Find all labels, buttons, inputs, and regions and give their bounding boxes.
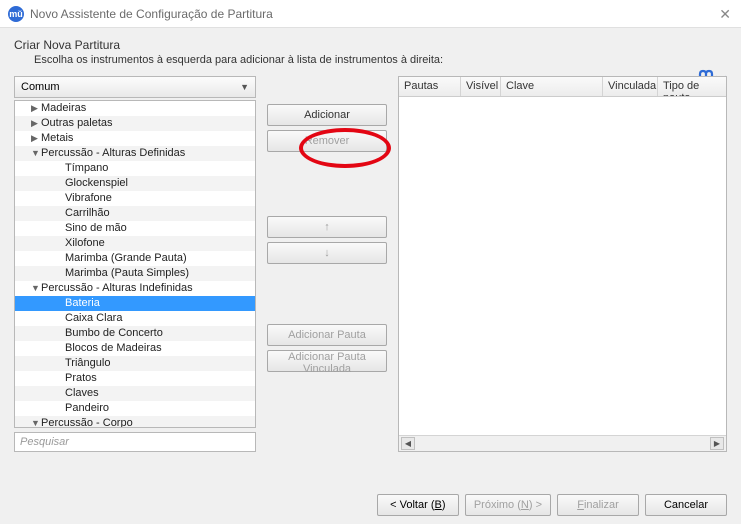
tree-item-label: Claves bbox=[65, 387, 99, 399]
footer-buttons: < Voltar (B) Próximo (N) > Finalizar Can… bbox=[377, 494, 727, 516]
category-combo[interactable]: Comum ▼ bbox=[14, 76, 256, 98]
collapse-icon[interactable]: ▼ bbox=[31, 146, 41, 161]
tree-item[interactable]: Triângulo bbox=[15, 356, 255, 371]
col-vinculada[interactable]: Vinculada bbox=[603, 77, 658, 96]
middle-buttons: Adicionar Remover ↑ ↓ Adicionar Pauta Ad… bbox=[262, 76, 392, 452]
scroll-left-icon[interactable]: ◀ bbox=[401, 437, 415, 450]
tree-item[interactable]: Sino de mão bbox=[15, 221, 255, 236]
tree-item[interactable]: Caixa Clara bbox=[15, 311, 255, 326]
collapse-icon[interactable]: ▼ bbox=[31, 416, 41, 428]
chevron-down-icon: ▼ bbox=[240, 82, 249, 92]
cancel-button[interactable]: Cancelar bbox=[645, 494, 727, 516]
tree-item[interactable]: Claves bbox=[15, 386, 255, 401]
tree-item[interactable]: Marimba (Grande Pauta) bbox=[15, 251, 255, 266]
tree-item[interactable]: Pratos bbox=[15, 371, 255, 386]
tree-item-label: Madeiras bbox=[41, 102, 86, 114]
scroll-right-icon[interactable]: ▶ bbox=[710, 437, 724, 450]
col-tipo[interactable]: Tipo de pauta bbox=[658, 77, 726, 96]
tree-group[interactable]: ▶Outras paletas bbox=[15, 116, 255, 131]
move-down-button[interactable]: ↓ bbox=[267, 242, 387, 264]
tree-group[interactable]: ▼Percussão - Corpo bbox=[15, 416, 255, 428]
tree-group[interactable]: ▼Percussão - Alturas Indefinidas bbox=[15, 281, 255, 296]
tree-item-label: Glockenspiel bbox=[65, 177, 128, 189]
move-up-button[interactable]: ↑ bbox=[267, 216, 387, 238]
table-body bbox=[399, 97, 726, 435]
col-pautas[interactable]: Pautas bbox=[399, 77, 461, 96]
window-title: Novo Assistente de Configuração de Parti… bbox=[30, 7, 273, 21]
instruments-table[interactable]: Pautas Visível Clave Vinculada Tipo de p… bbox=[398, 76, 727, 452]
titlebar: mŭ Novo Assistente de Configuração de Pa… bbox=[0, 0, 741, 28]
tree-item[interactable]: Marimba (Pauta Simples) bbox=[15, 266, 255, 281]
expand-icon[interactable]: ▶ bbox=[31, 101, 41, 116]
tree-group[interactable]: ▶Metais bbox=[15, 131, 255, 146]
add-button[interactable]: Adicionar bbox=[267, 104, 387, 126]
tree-item-label: Marimba (Pauta Simples) bbox=[65, 267, 189, 279]
search-input[interactable]: Pesquisar bbox=[14, 432, 256, 452]
next-button[interactable]: Próximo (N) > bbox=[465, 494, 551, 516]
tree-item-label: Xilofone bbox=[65, 237, 105, 249]
close-icon[interactable]: ✕ bbox=[719, 6, 731, 23]
page-heading: Criar Nova Partitura bbox=[14, 38, 727, 52]
right-panel: Pautas Visível Clave Vinculada Tipo de p… bbox=[398, 76, 727, 452]
col-clave[interactable]: Clave bbox=[501, 77, 603, 96]
tree-item[interactable]: Bateria bbox=[15, 296, 255, 311]
tree-item[interactable]: Bumbo de Concerto bbox=[15, 326, 255, 341]
left-panel: Comum ▼ ▶Madeiras▶Outras paletas▶Metais▼… bbox=[14, 76, 256, 452]
tree-item-label: Pandeiro bbox=[65, 402, 109, 414]
tree-item-label: Metais bbox=[41, 132, 73, 144]
tree-item-label: Triângulo bbox=[65, 357, 110, 369]
expand-icon[interactable]: ▶ bbox=[31, 131, 41, 146]
tree-item-label: Carrilhão bbox=[65, 207, 110, 219]
page-subheading: Escolha os instrumentos à esquerda para … bbox=[34, 54, 727, 66]
expand-icon[interactable]: ▶ bbox=[31, 116, 41, 131]
collapse-icon[interactable]: ▼ bbox=[31, 281, 41, 296]
tree-item-label: Vibrafone bbox=[65, 192, 112, 204]
tree-item-label: Outras paletas bbox=[41, 117, 113, 129]
tree-item[interactable]: Blocos de Madeiras bbox=[15, 341, 255, 356]
tree-item-label: Tímpano bbox=[65, 162, 108, 174]
tree-item[interactable]: Tímpano bbox=[15, 161, 255, 176]
h-scrollbar[interactable]: ◀ ▶ bbox=[399, 435, 726, 451]
finish-button[interactable]: Finalizar bbox=[557, 494, 639, 516]
tree-item-label: Percussão - Corpo bbox=[41, 417, 133, 428]
tree-item-label: Caixa Clara bbox=[65, 312, 122, 324]
tree-item-label: Percussão - Alturas Definidas bbox=[41, 147, 185, 159]
tree-item-label: Bateria bbox=[65, 297, 100, 309]
add-linked-staff-button[interactable]: Adicionar Pauta Vinculada bbox=[267, 350, 387, 372]
tree-item-label: Bumbo de Concerto bbox=[65, 327, 163, 339]
instrument-tree[interactable]: ▶Madeiras▶Outras paletas▶Metais▼Percussã… bbox=[14, 100, 256, 428]
tree-item[interactable]: Carrilhão bbox=[15, 206, 255, 221]
tree-group[interactable]: ▶Madeiras bbox=[15, 101, 255, 116]
tree-item-label: Pratos bbox=[65, 372, 97, 384]
tree-item[interactable]: Xilofone bbox=[15, 236, 255, 251]
tree-item-label: Marimba (Grande Pauta) bbox=[65, 252, 187, 264]
tree-item[interactable]: Glockenspiel bbox=[15, 176, 255, 191]
col-visivel[interactable]: Visível bbox=[461, 77, 501, 96]
tree-item-label: Sino de mão bbox=[65, 222, 127, 234]
combo-value: Comum bbox=[21, 81, 60, 93]
tree-group[interactable]: ▼Percussão - Alturas Definidas bbox=[15, 146, 255, 161]
tree-item-label: Percussão - Alturas Indefinidas bbox=[41, 282, 193, 294]
table-header: Pautas Visível Clave Vinculada Tipo de p… bbox=[399, 77, 726, 97]
tree-item[interactable]: Vibrafone bbox=[15, 191, 255, 206]
app-icon: mŭ bbox=[8, 6, 24, 22]
add-staff-button[interactable]: Adicionar Pauta bbox=[267, 324, 387, 346]
remove-button[interactable]: Remover bbox=[267, 130, 387, 152]
tree-item-label: Blocos de Madeiras bbox=[65, 342, 162, 354]
back-button[interactable]: < Voltar (B) bbox=[377, 494, 459, 516]
tree-item[interactable]: Pandeiro bbox=[15, 401, 255, 416]
